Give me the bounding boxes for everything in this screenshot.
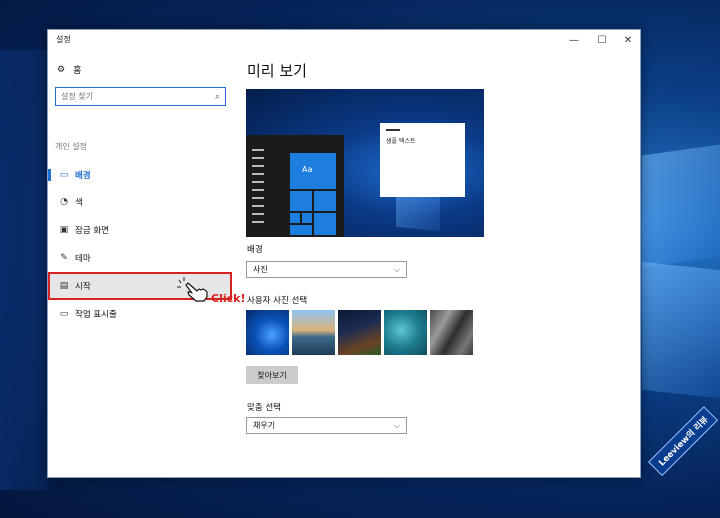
preview-tile [290, 225, 312, 235]
chevron-down-icon: ⌵ [393, 420, 400, 430]
preview-menu-line [252, 181, 264, 183]
preview-menu-line [252, 189, 264, 191]
theme-icon: ✎ [60, 253, 68, 263]
search-input[interactable] [61, 92, 201, 101]
preview-menu-line [252, 173, 264, 175]
preview-tile [290, 191, 312, 211]
preview-tiles: Aa [290, 153, 342, 237]
lock-screen-icon: ▣ [59, 225, 69, 235]
home-label: 홈 [73, 66, 82, 76]
fit-dropdown-value: 채우기 [253, 421, 276, 430]
browse-button[interactable]: 찾아보기 [246, 366, 298, 384]
sidebar-item-label: 테마 [75, 254, 91, 264]
sidebar-item-taskbar[interactable]: ▭ 작업 표시줄 [48, 302, 232, 326]
preview-menu-line [252, 221, 264, 223]
taskbar-icon: ▭ [59, 309, 69, 319]
preview-menu-line [252, 197, 264, 199]
watermark: Leeview의 리뷰 [648, 405, 719, 477]
background-label: 배경 [247, 245, 263, 255]
search-icon[interactable]: ⌕ [215, 92, 220, 102]
sidebar: ⚙ 홈 ⌕ 개인 설정 ▭ 배경 ◔ 색 ▣ 잠금 화면 ✎ 테마 ▤ 시작 [48, 52, 232, 478]
desktop-light-beam-lower [642, 261, 720, 399]
photo-thumbnail[interactable] [430, 310, 473, 355]
preview-tile [314, 191, 336, 211]
sidebar-item-label: 작업 표시줄 [75, 310, 117, 320]
title-bar: 설정 — ☐ ✕ [48, 30, 640, 52]
search-box[interactable]: ⌕ [55, 87, 226, 106]
section-label: 개인 설정 [55, 142, 87, 151]
sidebar-item-label: 배경 [75, 171, 91, 181]
preview-menu-line [252, 213, 264, 215]
photo-thumbnail[interactable] [338, 310, 381, 355]
background-dropdown[interactable]: 사진 ⌵ [246, 261, 407, 278]
sidebar-item-color[interactable]: ◔ 색 [48, 190, 232, 214]
preview-menu-line [252, 149, 264, 151]
hand-cursor-icon [177, 277, 208, 302]
sidebar-item-lock-screen[interactable]: ▣ 잠금 화면 [48, 218, 232, 242]
photo-thumbnail[interactable] [292, 310, 335, 355]
gear-icon: ⚙ [57, 64, 66, 75]
desktop-light-beam-upper [642, 144, 720, 268]
window-title: 설정 [56, 35, 71, 44]
page-title: 미리 보기 [247, 62, 307, 80]
photo-thumbnail[interactable] [384, 310, 427, 355]
fit-dropdown[interactable]: 채우기 ⌵ [246, 417, 407, 434]
palette-icon: ◔ [60, 197, 68, 207]
active-indicator [48, 169, 51, 181]
sidebar-item-label: 잠금 화면 [75, 226, 109, 236]
maximize-button[interactable]: ☐ [588, 30, 616, 50]
preview-sample-text: 샘플 텍스트 [386, 138, 416, 145]
close-button[interactable]: ✕ [614, 30, 642, 50]
preview-tile [302, 213, 312, 223]
picture-icon: ▭ [59, 170, 69, 180]
preview-tile [290, 213, 300, 223]
preview-tile: Aa [290, 153, 336, 189]
preview-window-bar [386, 129, 400, 131]
settings-window: 설정 — ☐ ✕ ⚙ 홈 ⌕ 개인 설정 ▭ 배경 ◔ 색 ▣ 잠금 화면 ✎ [47, 29, 641, 478]
photo-thumbnail[interactable] [246, 310, 289, 355]
background-dropdown-value: 사진 [253, 265, 268, 274]
preview-menu-line [252, 157, 264, 159]
chevron-down-icon: ⌵ [393, 264, 400, 274]
minimize-button[interactable]: — [560, 30, 588, 50]
preview-menu-line [252, 165, 264, 167]
preview-tile [314, 213, 336, 235]
preview-menu-line [252, 205, 264, 207]
sidebar-item-background[interactable]: ▭ 배경 [48, 163, 232, 187]
sidebar-item-label: 색 [75, 198, 83, 208]
photo-thumbnails [246, 310, 473, 355]
desktop-preview: Aa 샘플 텍스트 [246, 89, 484, 237]
preview-window: 샘플 텍스트 [380, 123, 465, 197]
click-annotation: Click! [211, 292, 246, 305]
photo-select-label: 사용자 사진 선택 [247, 296, 308, 306]
fit-label: 맞춤 선택 [247, 403, 281, 413]
home-link[interactable]: ⚙ 홈 [57, 63, 82, 77]
desktop-wallpaper-left [0, 50, 48, 490]
sidebar-item-theme[interactable]: ✎ 테마 [48, 246, 232, 270]
